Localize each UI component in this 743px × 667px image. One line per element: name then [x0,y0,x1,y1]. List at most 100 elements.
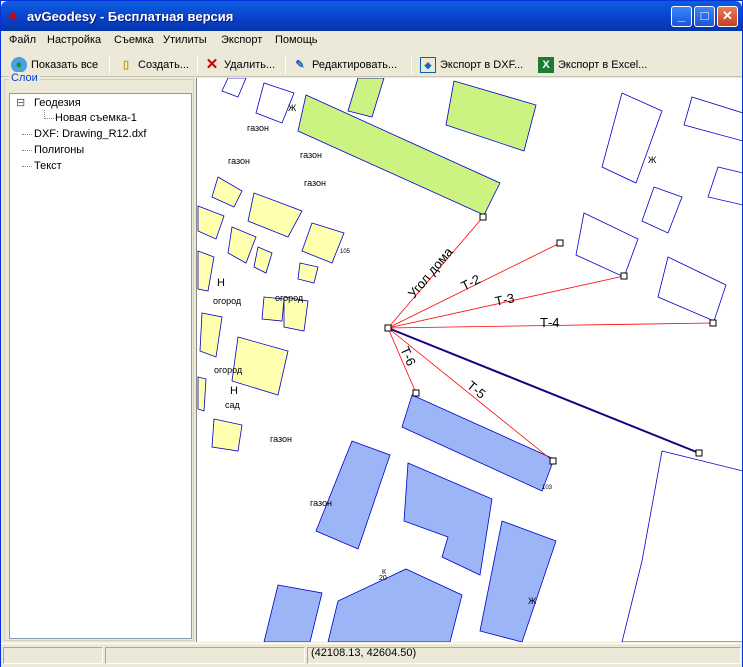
map-label: Н [230,385,238,397]
building-outline [621,450,742,642]
map-label: Н [217,277,225,289]
label-t4: Т-4 [540,315,560,330]
yellow-building [211,176,243,208]
toolbar-separator [109,56,110,74]
map-label: газон [300,150,322,160]
survey-point[interactable] [549,457,557,465]
coordinates-readout: (42108.13, 42604.50) [311,647,417,659]
menu-settings[interactable]: Настройка [47,34,101,46]
globe-icon: ● [11,57,27,73]
map-label: Ж [648,155,657,165]
tree-line [22,150,32,151]
app-logo-icon: ✦ [7,8,19,24]
map-canvas[interactable]: Угол дома Т-2 Т-3 Т-4 Т-5 Т-6 газон газо… [196,78,742,642]
menu-survey[interactable]: Съемка [114,34,154,46]
survey-point[interactable] [556,239,564,247]
survey-point[interactable] [412,389,420,397]
map-label: огород [213,296,242,306]
create-label: Создать... [138,59,189,71]
edit-label: Редактировать... [312,59,398,71]
menu-utilities[interactable]: Утилиты [163,34,207,46]
map-label: газон [270,434,292,444]
yellow-building [301,222,345,264]
map-label: огород [214,365,243,375]
dxf-icon: ◈ [420,57,436,73]
yellow-building [297,262,319,284]
yellow-buildings [197,176,345,452]
export-dxf-button[interactable]: ◈ Экспорт в DXF... [420,56,523,74]
yellow-building [199,312,223,358]
maximize-button[interactable]: □ [694,6,715,27]
edit-button[interactable]: ✎ Редактировать... [292,56,397,74]
survey-point[interactable] [695,449,703,457]
green-areas [297,78,537,216]
excel-icon: X [538,57,554,73]
blue-building [327,568,463,642]
green-area [445,80,537,152]
yellow-building [211,418,243,452]
tree-node-text[interactable]: Текст [34,160,62,172]
pencil-icon: ✎ [295,59,305,71]
status-panel [105,647,305,664]
minimize-button[interactable]: _ [671,6,692,27]
menu-help[interactable]: Помощь [275,34,318,46]
main-window: ✦ avGeodesy - Бесплатная версия _ □ ✕ Фа… [0,0,743,667]
building-outline [641,186,683,234]
blue-building [479,520,557,642]
tree-node-survey[interactable]: Новая съемка-1 [55,112,137,124]
export-dxf-label: Экспорт в DXF... [440,59,524,71]
label-t2: Т-2 [459,271,483,293]
building-outline [683,96,742,142]
ray-labels: Угол дома Т-2 Т-3 Т-4 Т-5 Т-6 [397,244,559,402]
label-t3: Т-3 [494,290,516,309]
collapse-toggle-icon[interactable]: ⊟ [16,96,25,109]
blue-building [315,440,391,550]
tree-line [44,118,54,119]
tree-line [22,166,32,167]
tree-node-geodesy[interactable]: Геодезия [34,97,81,109]
layer-tree[interactable]: ⊟ Геодезия Новая съемка-1 DXF: Drawing_R… [9,93,192,639]
station-point[interactable] [384,324,392,332]
blue-building [263,584,323,642]
map-label: газон [304,178,326,188]
tree-line [22,134,32,135]
delete-label: Удалить... [224,59,276,71]
new-document-icon: ▯ [122,59,130,71]
map-label: Ж [288,103,297,113]
yellow-building [227,226,257,264]
map-label: Ж [528,596,537,606]
delete-button[interactable]: ✕ Удалить... [204,56,275,74]
menu-export[interactable]: Экспорт [221,34,262,46]
building-outline [707,166,742,206]
toolbar: ● Показать все ▯ Создать... ✕ Удалить...… [1,52,742,77]
menu-bar: Файл Настройка Съемка Утилиты Экспорт По… [1,31,742,51]
delete-x-icon: ✕ [205,56,219,73]
blue-buildings [263,394,557,642]
building-outline [657,256,727,322]
map-label: 105 [340,249,351,255]
yellow-building [197,376,207,412]
toolbar-separator [197,56,198,74]
create-button[interactable]: ▯ Создать... [118,56,189,74]
yellow-building [197,205,225,240]
map-drawing[interactable]: Угол дома Т-2 Т-3 Т-4 Т-5 Т-6 газон газо… [197,78,742,642]
map-label: газон [247,123,269,133]
survey-point[interactable] [709,319,717,327]
map-label: газон [310,498,332,508]
survey-point[interactable] [479,213,487,221]
toolbar-separator [411,56,412,74]
menu-file[interactable]: Файл [9,34,36,46]
label-corner: Угол дома [405,244,456,301]
tree-node-polygons[interactable]: Полигоны [34,144,84,156]
building-outline [221,78,247,98]
title-bar[interactable]: ✦ avGeodesy - Бесплатная версия _ □ ✕ [1,1,742,31]
building-outline [575,212,639,278]
close-button[interactable]: ✕ [717,6,738,27]
export-excel-button[interactable]: X Экспорт в Excel... [538,56,647,74]
map-label: 103 [542,485,553,491]
tree-node-dxf[interactable]: DXF: Drawing_R12.dxf [34,128,147,140]
window-title: avGeodesy - Бесплатная версия [27,9,234,24]
survey-point[interactable] [620,272,628,280]
map-label: огород [275,293,304,303]
blue-building [403,462,493,576]
